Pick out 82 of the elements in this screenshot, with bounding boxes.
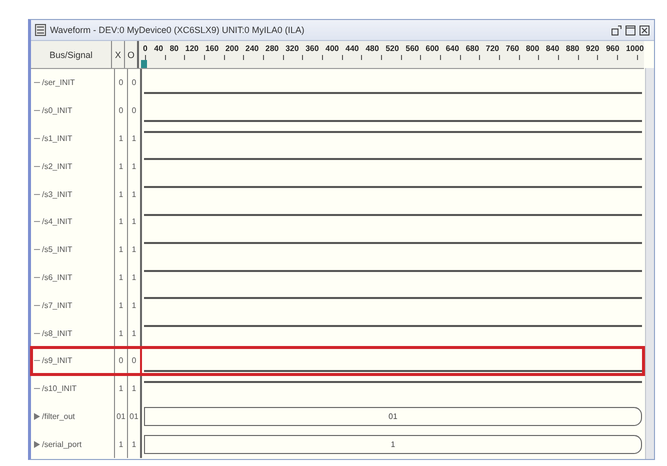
- tick-label: 1000: [626, 44, 644, 53]
- column-header: X: [112, 41, 125, 68]
- waveform-icon: [35, 24, 46, 36]
- scrollbar[interactable]: [645, 68, 654, 459]
- tick-label: 920: [586, 44, 600, 53]
- value-cell: 0: [115, 96, 128, 125]
- value-cell: 0: [115, 346, 128, 375]
- signal-name[interactable]: /s7_INIT: [31, 291, 115, 320]
- value-cell: 01: [115, 402, 128, 430]
- tick-label: 440: [346, 44, 359, 53]
- column-header: Bus/Signal: [31, 41, 112, 68]
- signal-name[interactable]: /filter_out: [31, 402, 115, 430]
- signal-name[interactable]: /s4_INIT: [31, 208, 115, 236]
- tick-label: 40: [154, 44, 164, 53]
- signal-name[interactable]: /s2_INIT: [31, 152, 115, 180]
- signal-label: /s10_INIT: [42, 384, 77, 394]
- tick-label: 480: [366, 44, 379, 53]
- value-cell: 1: [115, 152, 128, 180]
- signal-name[interactable]: /s1_INIT: [31, 124, 115, 152]
- signal-label: /filter_out: [42, 412, 75, 421]
- value-cell: 1: [115, 180, 128, 208]
- signal-label: /s8_INIT: [42, 328, 72, 338]
- value-cell: 0: [115, 69, 128, 97]
- tick-label: 80: [170, 44, 179, 53]
- signal-name[interactable]: /s6_INIT: [31, 264, 115, 292]
- signal-label: /s5_INIT: [42, 245, 72, 254]
- signal-label: /s9_INIT: [42, 356, 72, 366]
- signal-label: /s6_INIT: [42, 272, 72, 282]
- window-title: Waveform - DEV:0 MyDevice0 (XC6SLX9) UNIT:0 MyILA0 (ILA): [50, 25, 304, 35]
- tick-label: 880: [566, 44, 580, 53]
- value-cell: 1: [115, 430, 128, 458]
- value-cell: 1: [115, 319, 128, 347]
- tick-label: 720: [486, 44, 500, 53]
- expand-icon[interactable]: [34, 412, 40, 420]
- maximize-icon[interactable]: [625, 24, 636, 36]
- cursor-marker[interactable]: [141, 60, 147, 68]
- tick-label: 400: [326, 44, 339, 53]
- tick-label: 240: [245, 44, 259, 53]
- signal-name[interactable]: /s3_INIT: [31, 180, 115, 208]
- signal-name[interactable]: /s5_INIT: [31, 236, 115, 264]
- value-cell: 1: [115, 124, 128, 152]
- tick-label: 360: [305, 44, 319, 53]
- value-cell: 1: [115, 291, 128, 320]
- tick-label: 840: [546, 44, 560, 53]
- tick-label: 600: [426, 44, 440, 53]
- tick-label: 200: [225, 44, 239, 53]
- close-icon[interactable]: [639, 24, 650, 36]
- tick-label: 760: [506, 44, 520, 53]
- float-icon[interactable]: [611, 24, 622, 36]
- tick-label: 680: [466, 44, 480, 53]
- value-cell: 1: [115, 264, 128, 292]
- signal-name[interactable]: /serial_port: [31, 430, 115, 458]
- bus-value: 1: [390, 440, 396, 449]
- signal-name[interactable]: /s8_INIT: [31, 319, 115, 347]
- signal-name[interactable]: /s9_INIT: [31, 346, 115, 375]
- signal-name[interactable]: /s0_INIT: [31, 96, 115, 125]
- tick-label: 560: [406, 44, 419, 53]
- tick-label: 120: [185, 44, 199, 53]
- signal-label: /serial_port: [42, 440, 82, 449]
- tick-label: 800: [526, 44, 540, 53]
- tick-label: 0: [143, 44, 148, 53]
- tick-label: 320: [285, 44, 299, 53]
- signal-label: /s2_INIT: [42, 162, 72, 171]
- bus-value: 01: [388, 412, 398, 421]
- tick-label: 960: [606, 44, 620, 53]
- signal-name[interactable]: /ser_INIT: [31, 69, 115, 97]
- signal-label: /s7_INIT: [42, 300, 72, 310]
- value-cell: 1: [115, 208, 128, 236]
- signal-label: /ser_INIT: [42, 78, 75, 88]
- signal-label: /s1_INIT: [42, 134, 72, 143]
- signal-label: /s0_INIT: [42, 106, 72, 116]
- signal-label: /s3_INIT: [42, 190, 72, 199]
- tick-label: 280: [265, 44, 279, 53]
- signal-name[interactable]: /s10_INIT: [31, 374, 115, 403]
- column-header: O: [125, 41, 139, 68]
- tick-label: 160: [205, 44, 219, 53]
- signal-label: /s4_INIT: [42, 217, 72, 226]
- tick-label: 640: [446, 44, 460, 53]
- expand-icon[interactable]: [34, 440, 40, 448]
- value-cell: 1: [115, 236, 128, 264]
- value-cell: 1: [115, 374, 128, 403]
- tick-label: 520: [386, 44, 399, 53]
